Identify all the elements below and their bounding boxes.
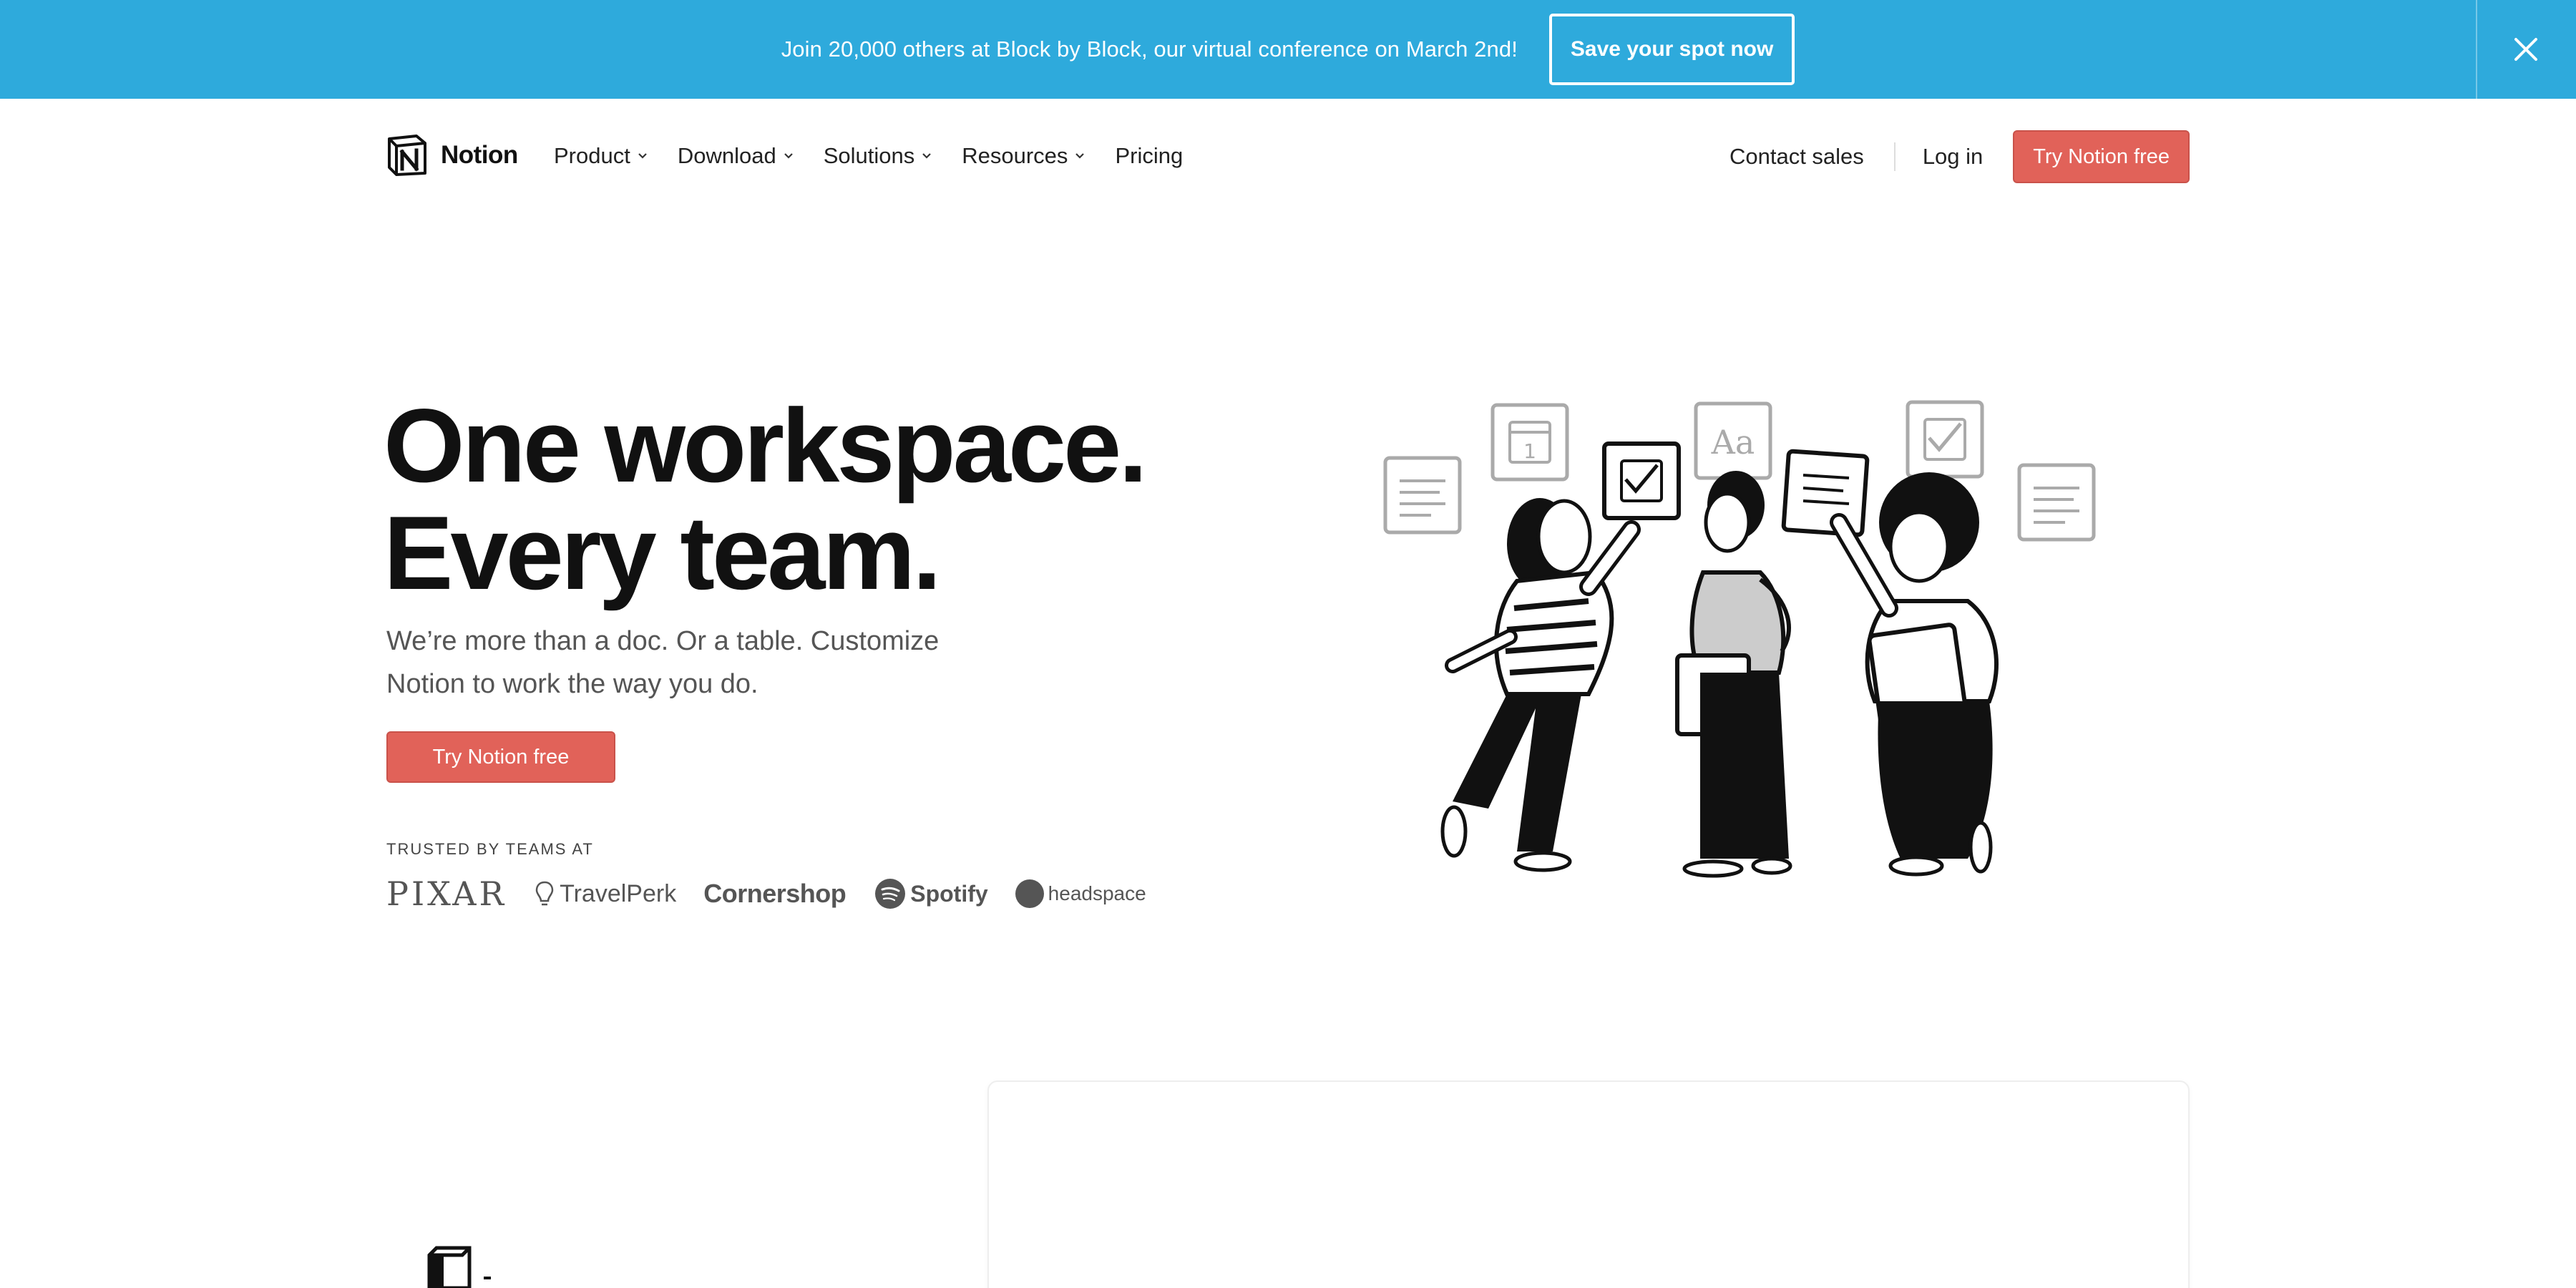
nav-item-label: Solutions: [823, 143, 915, 168]
nav-actions: Contact sales Log in Try Notion free: [1729, 130, 2190, 183]
nav-item-label: Product: [554, 143, 630, 168]
travelperk-logo: TravelPerk: [534, 879, 676, 908]
nav-menu: Product Download Solutions Resources Pri…: [554, 143, 1213, 169]
spotify-text: Spotify: [910, 880, 988, 907]
banner-text: Join 20,000 others at Block by Block, ou…: [781, 36, 1518, 62]
hero-title-line1: One workspace.: [384, 387, 1148, 504]
save-spot-button[interactable]: Save your spot now: [1548, 14, 1795, 85]
pixar-logo: PIXAR: [386, 874, 507, 913]
chevron-down-icon: [638, 153, 647, 159]
chevron-down-icon: [1075, 153, 1085, 159]
nav-item-label: Resources: [962, 143, 1068, 168]
announcement-banner: Join 20,000 others at Block by Block, ou…: [0, 0, 2576, 99]
hero-title: One workspace. Every team.: [384, 387, 1148, 611]
nav-divider: [1893, 142, 1896, 171]
nav-item-solutions[interactable]: Solutions: [824, 143, 932, 169]
customer-logos: PIXAR TravelPerk Cornershop Spotify head…: [386, 874, 1146, 913]
spotify-icon: [875, 879, 906, 909]
nav-item-label: Download: [677, 143, 776, 168]
lightbulb-icon: [535, 881, 554, 906]
hero-title-line2: Every team.: [384, 494, 942, 611]
close-icon[interactable]: [2504, 28, 2547, 71]
contact-sales-link[interactable]: Contact sales: [1729, 144, 1864, 170]
hero-illustration: 1 Aa: [1383, 400, 2096, 878]
headspace-dot-icon: [1015, 879, 1044, 908]
nav-item-label: Pricing: [1115, 143, 1184, 168]
product-preview-card: [987, 1080, 2190, 1288]
document-icon: [2017, 463, 2096, 542]
text-style-icon: Aa: [1694, 401, 1772, 480]
document-icon: [1781, 449, 1870, 537]
calendar-day: 1: [1523, 439, 1536, 463]
nav-item-resources[interactable]: Resources: [962, 143, 1085, 169]
person-left: [1440, 498, 1641, 872]
nav-item-download[interactable]: Download: [678, 143, 794, 169]
hero-subtitle: We’re more than a doc. Or a table. Custo…: [386, 626, 940, 699]
chevron-down-icon: [922, 153, 932, 159]
spotify-logo: Spotify: [874, 878, 988, 909]
checkbox-icon: [1906, 400, 1984, 479]
main-nav: Notion Product Download Solutions Resour…: [0, 99, 2576, 216]
try-notion-nav-button[interactable]: Try Notion free: [2013, 130, 2190, 183]
nav-item-pricing[interactable]: Pricing: [1115, 143, 1183, 169]
notion-logo-icon: [388, 135, 426, 176]
nav-item-product[interactable]: Product: [554, 143, 648, 169]
logo-text: Notion: [441, 141, 518, 169]
login-link[interactable]: Log in: [1923, 144, 1983, 170]
calendar-icon: 1: [1491, 403, 1569, 482]
checkbox-icon: [1602, 441, 1681, 520]
headspace-logo: headspace: [1015, 879, 1146, 908]
document-icon: [1383, 456, 1462, 535]
building-blocks-icon: [427, 1246, 491, 1288]
text-style-label: Aa: [1711, 423, 1755, 462]
notion-logo[interactable]: Notion: [385, 133, 518, 177]
chevron-down-icon: [784, 153, 793, 159]
person-middle: [1675, 471, 1792, 878]
banner-divider: [2476, 0, 2477, 99]
try-notion-hero-button[interactable]: Try Notion free: [386, 731, 615, 783]
travelperk-text: TravelPerk: [560, 879, 677, 907]
cornershop-logo: Cornershop: [703, 879, 847, 908]
headspace-text: headspace: [1048, 882, 1146, 904]
trusted-label: TRUSTED BY TEAMS AT: [386, 840, 594, 858]
